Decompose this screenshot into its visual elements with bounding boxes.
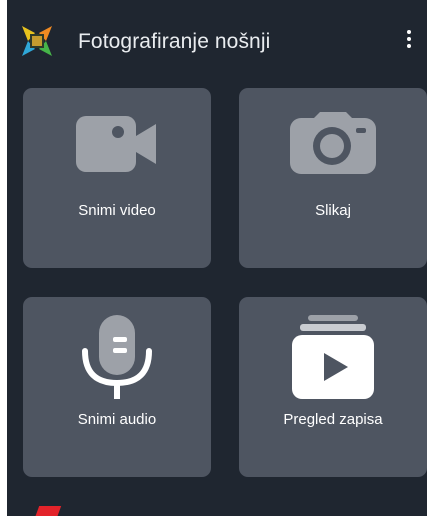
- review-records-label: Pregled zapisa: [283, 411, 383, 428]
- media-library-icon: [239, 315, 427, 399]
- record-video-button[interactable]: Snimi video: [23, 88, 211, 268]
- app-title: Fotografiranje nošnji: [78, 30, 271, 53]
- microphone-icon: [23, 315, 211, 399]
- app-screen: Fotografiranje nošnji Snimi video Slikaj: [7, 0, 427, 516]
- videocam-icon: [23, 116, 211, 172]
- record-audio-button[interactable]: Snimi audio: [23, 297, 211, 477]
- review-records-button[interactable]: Pregled zapisa: [239, 297, 427, 477]
- camera-icon: [239, 112, 427, 174]
- more-vert-icon[interactable]: [397, 24, 421, 54]
- record-audio-label: Snimi audio: [77, 411, 157, 428]
- red-corner-mark: [34, 506, 62, 516]
- record-video-label: Snimi video: [78, 202, 156, 219]
- take-photo-label: Slikaj: [315, 202, 351, 219]
- take-photo-button[interactable]: Slikaj: [239, 88, 427, 268]
- star-puzzle-logo-icon: [20, 24, 54, 58]
- app-bar: Fotografiranje nošnji: [7, 0, 427, 78]
